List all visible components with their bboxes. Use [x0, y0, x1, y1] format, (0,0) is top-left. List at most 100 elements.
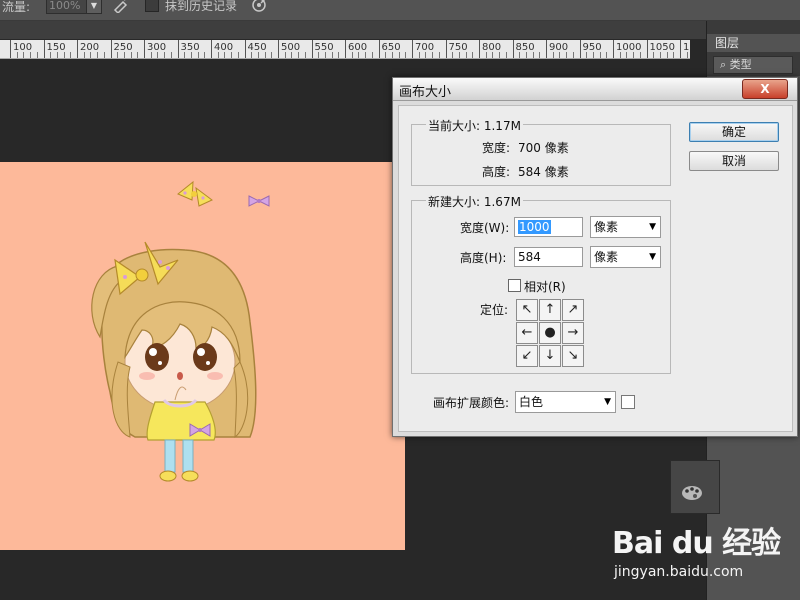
- anchor-top-right[interactable]: ↗: [562, 299, 584, 321]
- ok-button[interactable]: 确定: [689, 122, 779, 142]
- ruler-minor-tick: [264, 52, 266, 58]
- dialog-titlebar[interactable]: 画布大小 X: [393, 78, 797, 101]
- watermark-url: jingyan.baidu.com: [614, 564, 744, 580]
- ruler-minor-tick: [170, 52, 172, 58]
- airbrush-icon[interactable]: [112, 0, 130, 13]
- ruler-minor-tick: [117, 52, 119, 58]
- ruler-minor-tick: [137, 52, 139, 58]
- current-size-group: 当前大小: 1.17M 宽度: 700 像素 高度: 584 像素: [411, 117, 671, 186]
- current-width-value: 700 像素: [518, 141, 569, 155]
- layers-panel-tab[interactable]: 图层: [707, 34, 800, 52]
- ruler-minor-tick: [371, 52, 373, 58]
- ruler-minor-tick: [425, 52, 427, 58]
- anchor-grid: ↖ ↑ ↗ ← ● → ↙ ↓ ↘: [516, 299, 584, 367]
- ruler-minor-tick: [385, 52, 387, 58]
- ruler-minor-tick: [338, 52, 340, 58]
- height-unit-select[interactable]: 像素 ▼: [590, 246, 661, 268]
- new-height-label: 高度(H):: [460, 251, 507, 265]
- relative-checkbox[interactable]: [508, 279, 521, 292]
- anchor-right[interactable]: →: [562, 322, 584, 344]
- anchor-top[interactable]: ↑: [539, 299, 561, 321]
- ruler-minor-tick: [633, 52, 635, 58]
- ruler-minor-tick: [653, 52, 655, 58]
- ruler-minor-tick: [284, 52, 286, 58]
- relative-label: 相对(R): [524, 280, 566, 294]
- ruler-minor-tick: [391, 52, 393, 58]
- horizontal-ruler: 100 150 200 250 300 350 400 450 500 550 600 650 700 7…: [0, 40, 690, 59]
- width-unit-select[interactable]: 像素 ▼: [590, 216, 661, 238]
- ruler-minor-tick: [358, 52, 360, 58]
- ruler-minor-tick: [97, 52, 99, 58]
- cancel-button[interactable]: 取消: [689, 151, 779, 171]
- ruler-minor-tick: [164, 52, 166, 58]
- ruler-minor-tick: [552, 52, 554, 58]
- purple-bow-icon: [248, 195, 270, 207]
- erase-history-checkbox[interactable]: [145, 0, 159, 12]
- ruler-minor-tick: [237, 52, 239, 58]
- current-height-value: 584 像素: [518, 165, 569, 179]
- pressure-icon[interactable]: [250, 0, 268, 14]
- new-height-input[interactable]: 584: [514, 247, 583, 267]
- new-width-input[interactable]: 1000: [514, 217, 583, 237]
- extension-color-select[interactable]: 白色 ▼: [515, 391, 616, 413]
- extension-color-value: 白色: [519, 395, 544, 409]
- chevron-down-icon: ▼: [649, 222, 656, 232]
- ruler-minor-tick: [465, 52, 467, 58]
- watermark-brand: Bai du 经验: [612, 526, 781, 561]
- ruler-minor-tick: [492, 52, 494, 58]
- layer-filter-select[interactable]: ⌕ 类型: [713, 56, 793, 74]
- ruler-minor-tick: [572, 52, 574, 58]
- ruler-minor-tick: [592, 52, 594, 58]
- palette-icon[interactable]: [681, 485, 703, 501]
- dialog-client-area: 当前大小: 1.17M 宽度: 700 像素 高度: 584 像素 新建大小: …: [398, 105, 793, 432]
- ruler-minor-tick: [452, 52, 454, 58]
- ruler-minor-tick: [626, 52, 628, 58]
- anchor-left[interactable]: ←: [516, 322, 538, 344]
- current-height-label: 高度:: [482, 165, 511, 179]
- ruler-minor-tick: [458, 52, 460, 58]
- ruler-minor-tick: [36, 52, 38, 58]
- ruler-minor-tick: [23, 52, 25, 58]
- ruler-minor-tick: [331, 52, 333, 58]
- ruler-minor-tick: [418, 52, 420, 58]
- ruler-minor-tick: [619, 52, 621, 58]
- ruler-minor-tick: [365, 52, 367, 58]
- ruler-minor-tick: [90, 52, 92, 58]
- anchor-bottom-left[interactable]: ↙: [516, 345, 538, 367]
- options-bar: 流量: 100% ▼ 抹到历史记录: [0, 0, 800, 21]
- ruler-minor-tick: [432, 52, 434, 58]
- layer-filter-label: 类型: [729, 58, 752, 71]
- ruler-minor-tick: [599, 52, 601, 58]
- ruler-minor-tick: [519, 52, 521, 58]
- ruler-minor-tick: [639, 52, 641, 58]
- ruler-minor-tick: [257, 52, 259, 58]
- ruler-minor-tick: [103, 52, 105, 58]
- ruler-minor-tick: [324, 52, 326, 58]
- ruler-minor-tick: [291, 52, 293, 58]
- chevron-down-icon: ▼: [649, 252, 656, 262]
- ruler-minor-tick: [123, 52, 125, 58]
- erase-history-label: 抹到历史记录: [165, 0, 238, 13]
- extension-color-swatch[interactable]: [621, 395, 635, 409]
- flow-input[interactable]: 100%: [46, 0, 90, 14]
- ruler-minor-tick: [673, 52, 675, 58]
- anchor-bottom-right[interactable]: ↘: [562, 345, 584, 367]
- ruler-minor-tick: [56, 52, 58, 58]
- new-size-legend: 新建大小: 1.67M: [426, 193, 523, 210]
- ruler-minor-tick: [150, 52, 152, 58]
- new-size-group: 新建大小: 1.67M 宽度(W): 1000 像素 ▼ 高度(H): 584 …: [411, 193, 671, 374]
- ruler-minor-tick: [398, 52, 400, 58]
- anchor-center[interactable]: ●: [539, 322, 561, 344]
- width-unit-value: 像素: [594, 220, 619, 234]
- ruler-minor-tick: [304, 52, 306, 58]
- document-canvas[interactable]: [0, 162, 405, 550]
- yellow-bow-icon: [177, 180, 213, 207]
- dialog-title: 画布大小: [399, 85, 452, 100]
- new-width-label: 宽度(W):: [460, 221, 510, 235]
- ruler-minor-tick: [130, 52, 132, 58]
- anchor-top-left[interactable]: ↖: [516, 299, 538, 321]
- anchor-bottom[interactable]: ↓: [539, 345, 561, 367]
- ruler-minor-tick: [318, 52, 320, 58]
- flow-dropdown-icon[interactable]: ▼: [86, 0, 102, 14]
- close-button[interactable]: X: [742, 79, 788, 99]
